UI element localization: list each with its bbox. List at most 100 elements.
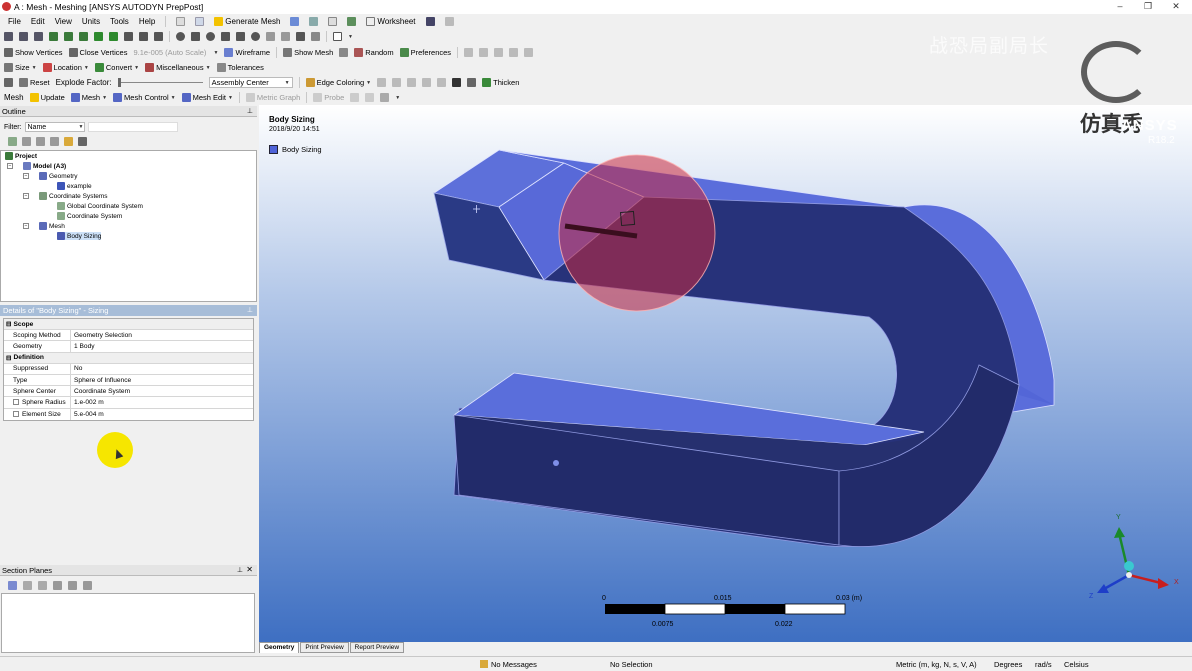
select-vertex-icon[interactable] [4, 32, 13, 41]
zoom-box-icon[interactable] [221, 32, 230, 41]
rotate-icon[interactable] [176, 32, 185, 41]
magnifier-icon[interactable] [251, 32, 260, 41]
extend-limit-icon[interactable] [124, 32, 133, 41]
tree-item-coordinate-system[interactable]: Coordinate System [57, 212, 122, 220]
edge-coloring-dropdown[interactable]: Edge Coloring ▼ [305, 78, 371, 87]
image-icon[interactable] [290, 17, 300, 26]
next-view-icon[interactable] [281, 32, 290, 41]
temperature-unit[interactable]: Celsius [1064, 660, 1089, 669]
filter-search-input[interactable] [87, 122, 178, 132]
explode-icon[interactable] [4, 78, 13, 87]
tree-icon[interactable] [195, 17, 205, 26]
probe-icon-2[interactable] [350, 93, 360, 102]
close-button[interactable]: ✕ [1166, 1, 1186, 12]
collapse-toggle[interactable]: − [23, 223, 29, 229]
parameter-checkbox[interactable] [13, 411, 19, 418]
filter-select[interactable]: Name ▼ [24, 122, 85, 132]
expand-icon[interactable] [154, 32, 163, 41]
close-icon[interactable]: ✕ [246, 565, 253, 574]
extend-icon[interactable] [109, 32, 118, 41]
mesh-options-icon[interactable] [339, 48, 349, 57]
edge-style-icon-5[interactable] [437, 78, 447, 87]
mesh-dropdown[interactable]: Mesh ▼ [70, 93, 107, 102]
tag-icon[interactable] [444, 17, 454, 26]
generate-mesh-button[interactable]: Generate Mesh [214, 17, 280, 26]
edge-style-icon-1[interactable] [377, 78, 387, 87]
tab-report-preview[interactable]: Report Preview [349, 642, 405, 653]
capping-icon[interactable] [68, 581, 77, 590]
zoom-icon[interactable] [206, 32, 215, 41]
tab-geometry[interactable]: Geometry [259, 642, 300, 653]
axis-icon-1[interactable] [464, 48, 474, 57]
menu-edit[interactable]: Edit [31, 17, 45, 26]
select-icon[interactable] [176, 17, 186, 26]
trash-icon[interactable] [83, 581, 92, 590]
miscellaneous-dropdown[interactable]: Miscellaneous ▼ [145, 63, 211, 72]
collapse-toggle[interactable]: − [23, 173, 29, 179]
menu-tools[interactable]: Tools [110, 17, 129, 26]
details-section-scope[interactable]: ⊟ Scope [4, 319, 253, 331]
tree-item-geometry[interactable]: Geometry [39, 172, 78, 180]
edit-section-icon[interactable] [23, 581, 32, 590]
messages-status[interactable]: No Messages [491, 660, 537, 669]
size-dropdown[interactable]: Size ▼ [4, 63, 37, 72]
edge-style-icon-2[interactable] [392, 78, 402, 87]
pin-icon[interactable]: ⊥ [247, 306, 253, 314]
collapse-toggle[interactable]: − [23, 193, 29, 199]
probe-button[interactable]: Probe [313, 93, 344, 102]
show-plane-icon[interactable] [53, 581, 62, 590]
display-options-icon[interactable] [380, 93, 390, 102]
mesh-edit-dropdown[interactable]: Mesh Edit ▼ [181, 93, 233, 102]
axis-icon-5[interactable] [524, 48, 534, 57]
zoom-fit-icon[interactable] [236, 32, 245, 41]
random-button[interactable]: Random [354, 48, 394, 57]
details-row[interactable]: Sphere Radius 1.e-002 m [4, 397, 253, 409]
pin-icon[interactable]: ⊥ [247, 107, 253, 115]
delete-icon[interactable] [38, 581, 47, 590]
tree-item-mesh[interactable]: Mesh [39, 222, 65, 230]
select-edge-icon[interactable] [19, 32, 28, 41]
close-vertices-button[interactable]: Close Vertices [68, 48, 127, 57]
graphics-viewport[interactable]: Body Sizing 2018/9/20 14:51 Body Sizing … [259, 36, 1192, 642]
screenshot-icon[interactable] [347, 17, 357, 26]
thickness-icon[interactable] [467, 78, 477, 87]
messages-icon[interactable] [480, 660, 488, 668]
chart-icon[interactable] [309, 17, 319, 26]
show-vertices-button[interactable]: Show Vertices [4, 48, 63, 57]
window-layout-icon[interactable] [333, 32, 342, 41]
tab-print-preview[interactable]: Print Preview [300, 642, 349, 653]
worksheet-button[interactable]: Worksheet [366, 17, 416, 26]
menu-file[interactable]: File [8, 17, 21, 26]
pin-icon[interactable]: ⊥ [237, 566, 243, 574]
collapse-icon[interactable] [22, 137, 31, 146]
tree-item-coordinate-systems[interactable]: Coordinate Systems [39, 192, 108, 200]
unit-system[interactable]: Metric (m, kg, N, s, V, A) [896, 660, 977, 669]
tree-icon[interactable] [8, 137, 17, 146]
menu-units[interactable]: Units [82, 17, 100, 26]
details-row[interactable]: Element Size 5.e-004 m [4, 408, 253, 420]
axis-icon-3[interactable] [494, 48, 504, 57]
thicken-button[interactable]: Thicken [482, 78, 519, 87]
location-dropdown[interactable]: Location ▼ [42, 63, 89, 72]
tree-item-global-coordinate-system[interactable]: Global Coordinate System [57, 202, 143, 210]
isometric-icon[interactable] [296, 32, 305, 41]
select-body-icon[interactable] [64, 32, 73, 41]
edge-style-icon-4[interactable] [422, 78, 432, 87]
axis-icon-4[interactable] [509, 48, 519, 57]
select-element-icon[interactable] [94, 32, 103, 41]
axis-icon-2[interactable] [479, 48, 489, 57]
minimize-button[interactable]: – [1110, 1, 1130, 11]
expand-all-icon[interactable] [36, 137, 45, 146]
details-section-definition[interactable]: ⊟ Definition [4, 352, 253, 364]
update-button[interactable]: Update [29, 93, 65, 102]
plus-icon[interactable] [50, 137, 59, 146]
show-mesh-button[interactable]: Show Mesh [283, 48, 333, 57]
details-row[interactable]: Suppressed No [4, 363, 253, 375]
select-face-icon[interactable] [49, 32, 58, 41]
rotation-unit[interactable]: rad/s [1035, 660, 1052, 669]
collapse-toggle[interactable]: − [7, 163, 13, 169]
view-set-icon[interactable] [311, 32, 320, 41]
menu-help[interactable]: Help [139, 17, 155, 26]
tree-item-example[interactable]: example [57, 182, 92, 190]
folder-icon[interactable] [64, 137, 73, 146]
